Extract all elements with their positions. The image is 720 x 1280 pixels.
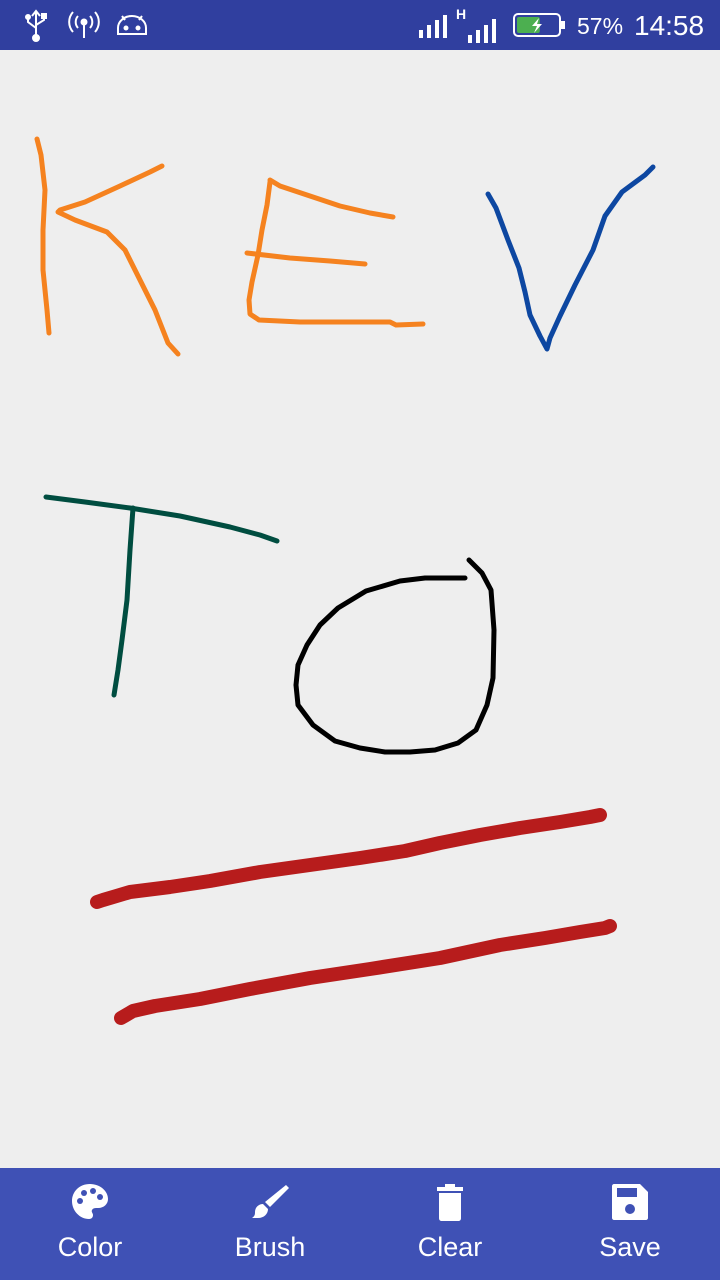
palette-icon (70, 1182, 110, 1222)
signal-h-icon: H (456, 0, 502, 50)
drawing-canvas[interactable] (0, 50, 720, 1168)
save-icon (610, 1182, 650, 1222)
clear-button[interactable]: Clear (360, 1168, 540, 1280)
brush-icon (250, 1182, 290, 1222)
battery-charging-icon (512, 0, 566, 50)
clear-button-label: Clear (417, 1232, 483, 1262)
stroke-line-lower (114, 919, 617, 1025)
signal-icon (417, 0, 453, 50)
stroke-line-upper (90, 808, 607, 909)
save-button-label: Save (599, 1232, 661, 1262)
stroke-letter-t (43, 494, 280, 698)
hotspot-icon (67, 0, 101, 50)
svg-text:H: H (456, 6, 466, 22)
brush-button-label: Brush (234, 1232, 306, 1262)
clock: 14:58 (634, 10, 705, 41)
stroke-letter-k (34, 136, 181, 357)
stroke-letter-e (244, 177, 426, 328)
battery-percentage: 57% (577, 13, 624, 39)
brush-button[interactable]: Brush (180, 1168, 360, 1280)
usb-icon (22, 0, 50, 50)
status-bar: H 57% 14:58 (0, 0, 720, 50)
color-button-label: Color (57, 1232, 123, 1262)
trash-icon (430, 1182, 470, 1222)
stroke-letter-v (485, 164, 656, 352)
stroke-letter-o (293, 557, 497, 755)
save-button[interactable]: Save (540, 1168, 720, 1280)
android-debug-icon (114, 0, 150, 50)
color-button[interactable]: Color (0, 1168, 180, 1280)
bottom-toolbar: Color Brush Clear Save (0, 1168, 720, 1280)
